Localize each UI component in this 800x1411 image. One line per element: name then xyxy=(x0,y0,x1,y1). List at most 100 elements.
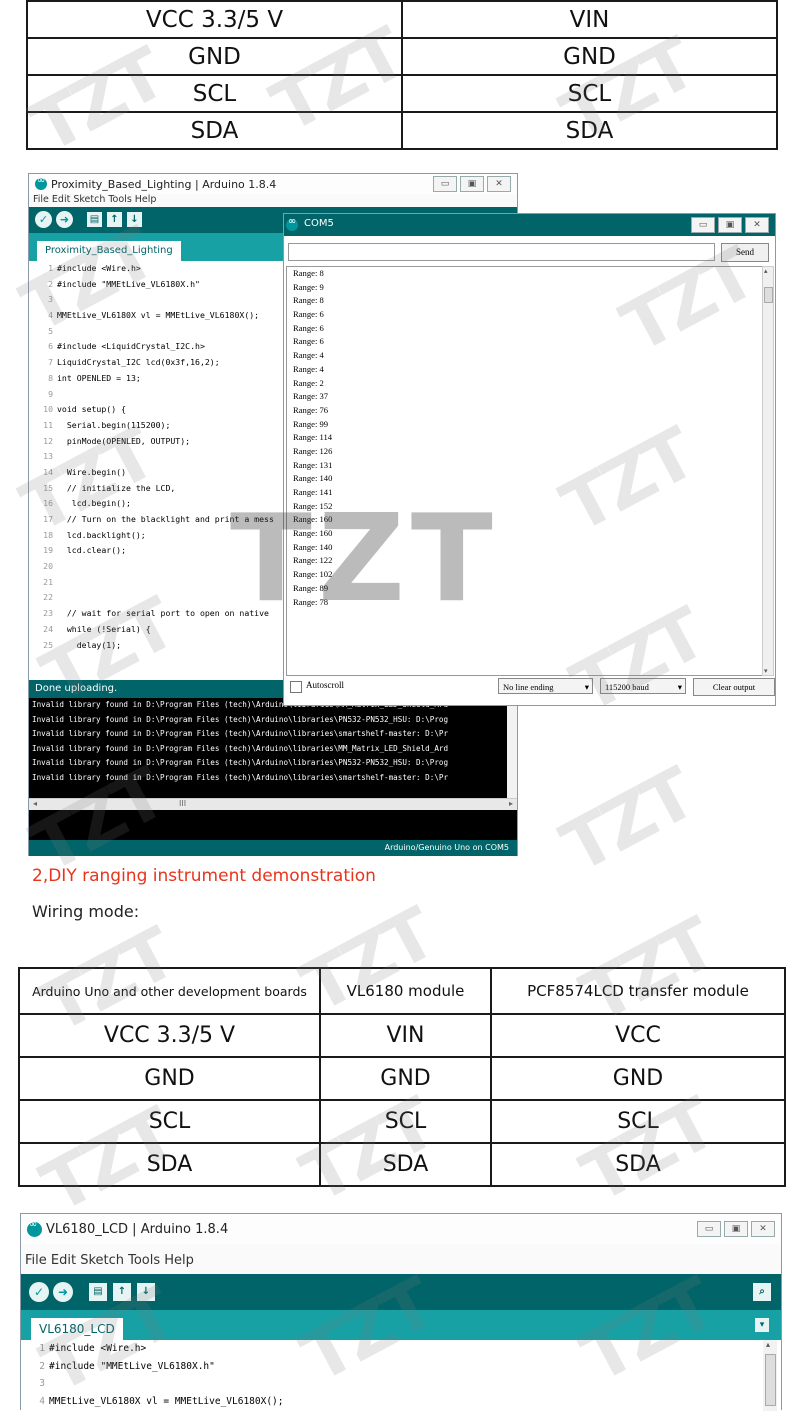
editor-vscrollbar[interactable]: ▴ xyxy=(763,1340,777,1411)
scroll-up-icon[interactable]: ▴ xyxy=(764,267,768,275)
maximize-button[interactable]: ▣ xyxy=(724,1221,748,1237)
table-header-cell: PCF8574LCD transfer module xyxy=(490,967,786,1015)
scroll-thumb[interactable]: III xyxy=(179,799,186,808)
console-vscrollbar[interactable] xyxy=(507,698,517,798)
serial-title-bar[interactable]: COM5 ▭ ▣ ✕ xyxy=(284,214,775,236)
line-number: 18 xyxy=(43,529,53,540)
autoscroll-label: Autoscroll xyxy=(306,680,344,690)
line-number: 8 xyxy=(48,372,53,383)
range-value: 6 xyxy=(319,336,324,347)
title-bar[interactable]: Proximity_Based_Lighting | Arduino 1.8.4… xyxy=(29,174,517,194)
tab-sketch[interactable]: VL6180_LCD xyxy=(31,1318,123,1340)
serial-vscrollbar[interactable]: ▴ ▾ xyxy=(762,266,774,676)
minimize-button[interactable]: ▭ xyxy=(697,1221,721,1237)
title-bar[interactable]: VL6180_LCD | Arduino 1.8.4 ▭ ▣ ✕ xyxy=(21,1214,781,1244)
baud-select[interactable]: 115200 baud ▾ xyxy=(600,678,686,694)
code-editor[interactable]: 1 #include <Wire.h> 2 #include "MMEtLive_VL… xyxy=(21,1340,741,1411)
range-value: 89 xyxy=(319,582,329,593)
scroll-right-icon[interactable]: ▸ xyxy=(509,799,513,808)
code-line: 3 xyxy=(29,292,284,308)
window-controls: ▭ ▣ ✕ xyxy=(697,1221,775,1237)
line-ending-select[interactable]: No line ending ▾ xyxy=(498,678,593,694)
verify-icon[interactable]: ✓ xyxy=(35,211,52,228)
arduino-logo-icon xyxy=(35,175,47,190)
line-number: 23 xyxy=(43,608,53,619)
serial-monitor-icon[interactable]: ⌕ xyxy=(753,1283,771,1301)
line-number: 15 xyxy=(43,482,53,493)
new-file-icon[interactable]: ▤ xyxy=(87,212,102,227)
code-line: 4 MMEtLive_VL6180X vl = MMEtLive_VL6180X(… xyxy=(29,308,284,324)
tab-bar: VL6180_LCD ▾ xyxy=(21,1310,781,1340)
close-button[interactable]: ✕ xyxy=(751,1221,775,1237)
serial-input[interactable] xyxy=(288,243,715,261)
chevron-down-icon: ▾ xyxy=(584,682,589,692)
arduino-logo-icon xyxy=(286,216,298,231)
code-line: 15 // initialize the LCD, xyxy=(29,481,284,497)
line-ending-value: No line ending xyxy=(503,682,554,692)
menu-bar[interactable]: File Edit Sketch Tools Help xyxy=(21,1244,781,1274)
code-line: 11 Serial.begin(115200); xyxy=(29,418,284,434)
range-label: Range: xyxy=(293,363,320,374)
wiring-label: Wiring mode: xyxy=(32,902,140,921)
code-text: MMEtLive_VL6180X vl = MMEtLive_VL6180X()… xyxy=(49,1395,284,1407)
scroll-thumb[interactable] xyxy=(765,1354,776,1406)
window-title: Proximity_Based_Lighting | Arduino 1.8.4 xyxy=(51,177,277,191)
autoscroll-checkbox[interactable] xyxy=(290,681,302,693)
pin-table-1: VCC 3.3/5 V VIN GND GND SCL SCL SDA SDA xyxy=(26,0,778,150)
line-number: 6 xyxy=(48,341,53,352)
new-file-icon[interactable]: ▤ xyxy=(89,1283,107,1301)
serial-line: Range: 160 xyxy=(287,513,764,527)
maximize-button[interactable]: ▣ xyxy=(460,176,484,192)
code-text: MMEtLive_VL6180X vl = MMEtLive_VL6180X()… xyxy=(57,310,260,321)
line-number: 2 xyxy=(39,1360,45,1372)
serial-line: Range: 6 xyxy=(287,322,764,336)
close-button[interactable]: ✕ xyxy=(487,176,511,192)
open-file-icon[interactable]: ↑ xyxy=(113,1283,131,1301)
serial-line: Range: 78 xyxy=(287,596,764,610)
serial-output: Range: 8 Range: 9 Range: 8 Range: 6 Range: 6… xyxy=(286,266,765,676)
open-file-icon[interactable]: ↑ xyxy=(107,212,122,227)
serial-line: Range: 9 xyxy=(287,281,764,295)
console-line: Invalid library found in D:\Program File… xyxy=(32,743,449,753)
code-text: void setup() { xyxy=(57,404,127,415)
code-line: 18 lcd.backlight(); xyxy=(29,528,284,544)
table-cell: SCL xyxy=(490,1099,786,1144)
clear-output-button[interactable]: Clear output xyxy=(693,678,775,696)
line-number: 13 xyxy=(43,451,53,462)
upload-icon[interactable]: ➜ xyxy=(53,1282,73,1302)
verify-icon[interactable]: ✓ xyxy=(29,1282,49,1302)
menu-bar[interactable]: File Edit Sketch Tools Help xyxy=(29,194,517,207)
minimize-button[interactable]: ▭ xyxy=(433,176,457,192)
line-number: 4 xyxy=(39,1395,45,1407)
code-line: 23 // wait for serial port to open on na… xyxy=(29,606,284,622)
range-value: 2 xyxy=(319,377,324,388)
line-number: 1 xyxy=(48,263,53,273)
tab-menu-icon[interactable]: ▾ xyxy=(755,1318,769,1332)
code-line: 6 #include <LiquidCrystal_I2C.h> xyxy=(29,339,284,355)
range-label: Range: xyxy=(293,391,320,402)
line-number: 24 xyxy=(43,623,53,634)
send-button[interactable]: Send xyxy=(721,243,769,262)
save-file-icon[interactable]: ↓ xyxy=(127,212,142,227)
code-line: 9 xyxy=(29,387,284,403)
line-number: 5 xyxy=(48,325,53,336)
maximize-button[interactable]: ▣ xyxy=(718,217,742,233)
save-file-icon[interactable]: ↓ xyxy=(137,1283,155,1301)
code-editor[interactable]: 1 #include <Wire.h> 2 #include "MMEtLive_VL… xyxy=(29,261,284,680)
scroll-thumb[interactable] xyxy=(764,287,773,303)
range-value: 8 xyxy=(319,295,324,306)
close-button[interactable]: ✕ xyxy=(745,217,769,233)
scroll-left-icon[interactable]: ◂ xyxy=(33,799,37,808)
range-label: Range: xyxy=(293,555,320,566)
scroll-up-icon[interactable]: ▴ xyxy=(766,1340,770,1349)
code-text: LiquidCrystal_I2C lcd(0x3f,16,2); xyxy=(57,357,220,368)
tab-sketch[interactable]: Proximity_Based_Lighting xyxy=(37,241,181,261)
scroll-down-icon[interactable]: ▾ xyxy=(764,667,768,675)
serial-line: Range: 89 xyxy=(287,582,764,596)
minimize-button[interactable]: ▭ xyxy=(691,217,715,233)
code-line: 14 Wire.begin() xyxy=(29,465,284,481)
range-value: 6 xyxy=(319,322,324,333)
table-cell: SDA xyxy=(490,1142,786,1187)
table-row: GND GND xyxy=(26,37,778,76)
upload-icon[interactable]: ➜ xyxy=(56,211,73,228)
